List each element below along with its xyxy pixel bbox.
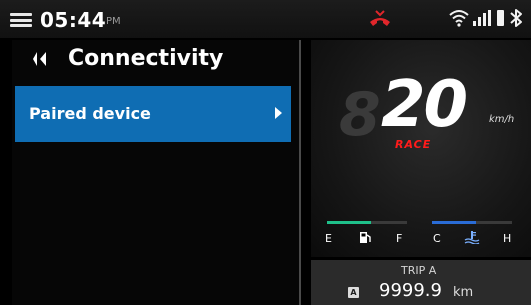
menu-panel [12, 40, 301, 305]
fuel-empty-label: E [325, 232, 332, 245]
chevron-right-icon [275, 107, 282, 119]
speed-value: 20 [381, 68, 468, 142]
menu-item-label: Paired device [29, 104, 151, 123]
trip-value: 9999.9 [379, 280, 442, 301]
ride-mode: RACE [395, 138, 432, 151]
temp-gauge-fill [432, 221, 476, 224]
battery-icon [497, 10, 504, 26]
wifi-icon [449, 10, 469, 27]
signal-icon [473, 10, 491, 26]
trip-a-icon: A [348, 287, 359, 298]
bluetooth-icon [510, 9, 522, 27]
page-title: Connectivity [68, 46, 224, 71]
trip-label: TRIP A [401, 264, 437, 277]
fuel-gauge-fill [327, 221, 371, 224]
menu-item-paired-device[interactable]: Paired device [15, 86, 291, 142]
trip-panel[interactable]: TRIP A A 9999.9 km [311, 260, 531, 305]
coolant-temp-icon [464, 231, 480, 244]
temp-cold-label: C [433, 232, 441, 245]
fuel-pump-icon [360, 232, 371, 243]
speed-ghost-digit: 8 [339, 80, 381, 150]
missed-call-icon [370, 10, 390, 26]
temp-hot-label: H [503, 232, 512, 245]
menu-icon[interactable] [10, 13, 32, 27]
trip-unit: km [453, 285, 474, 300]
speed-unit: km/h [489, 114, 515, 125]
clock-time: 05:44 [40, 8, 107, 32]
back-arrow-icon[interactable] [32, 50, 48, 68]
clock-ampm: PM [106, 16, 121, 27]
instrument-cluster: 8 20 km/h RACE E F C H [311, 40, 531, 257]
fuel-full-label: F [396, 232, 403, 245]
